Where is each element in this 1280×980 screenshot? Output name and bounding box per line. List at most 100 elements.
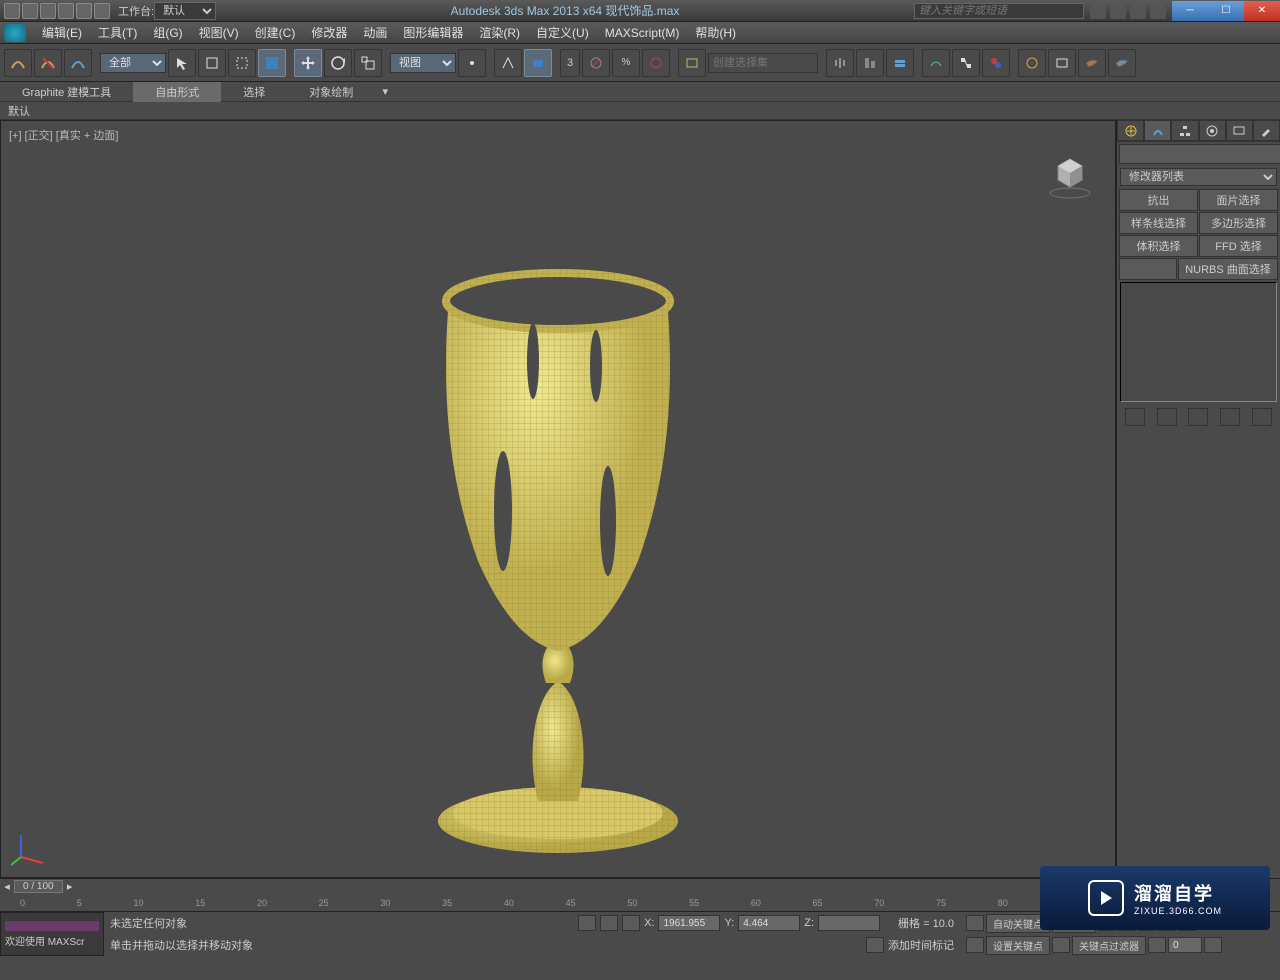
close-button[interactable]: ✕	[1244, 1, 1280, 21]
select-rect-button[interactable]	[228, 49, 256, 77]
configure-icon[interactable]	[1252, 408, 1272, 426]
select-name-button[interactable]	[198, 49, 226, 77]
lock-icon[interactable]	[578, 915, 596, 931]
menu-edit[interactable]: 编辑(E)	[34, 22, 90, 43]
y-input[interactable]	[738, 915, 800, 931]
abs-icon[interactable]	[622, 915, 640, 931]
addtime-label[interactable]: 添加时间标记	[888, 937, 954, 953]
angle-snap-button[interactable]	[582, 49, 610, 77]
percent-snap-button[interactable]: %	[612, 49, 640, 77]
utilities-tab[interactable]	[1253, 120, 1280, 141]
window-crossing-button[interactable]	[258, 49, 286, 77]
modifier-list-select[interactable]: 修改器列表	[1120, 168, 1277, 186]
select-button[interactable]	[168, 49, 196, 77]
btn-sets[interactable]	[1119, 258, 1177, 280]
move-button[interactable]	[294, 49, 322, 77]
favorite-icon[interactable]	[1130, 3, 1146, 19]
menu-tools[interactable]: 工具(T)	[90, 22, 145, 43]
ribbon-toggle-icon[interactable]: ▾	[375, 85, 395, 98]
viewport-label[interactable]: [+] [正交] [真实 + 边面]	[9, 127, 118, 143]
btn-poly-select[interactable]: 多边形选择	[1199, 212, 1278, 234]
menu-customize[interactable]: 自定义(U)	[528, 22, 597, 43]
menu-animation[interactable]: 动画	[355, 22, 395, 43]
open-icon[interactable]	[22, 3, 38, 19]
timetag-icon[interactable]	[866, 937, 884, 953]
setkey-icon[interactable]	[966, 937, 984, 953]
keymode-icon[interactable]	[1052, 937, 1070, 953]
menu-maxscript[interactable]: MAXScript(M)	[597, 24, 688, 42]
help-icon[interactable]	[1150, 3, 1166, 19]
schematic-button[interactable]	[952, 49, 980, 77]
motion-tab[interactable]	[1199, 120, 1226, 141]
menu-modifiers[interactable]: 修改器	[303, 22, 355, 43]
rotate-button[interactable]	[324, 49, 352, 77]
tab-objectpaint[interactable]: 对象绘制	[287, 82, 375, 102]
link-icon[interactable]	[94, 3, 110, 19]
setkey-button[interactable]: 设置关键点	[986, 936, 1050, 955]
undo-icon[interactable]	[58, 3, 74, 19]
menu-group[interactable]: 组(G)	[145, 22, 190, 43]
frame-input[interactable]	[1168, 937, 1202, 953]
menu-help[interactable]: 帮助(H)	[687, 22, 744, 43]
render-prod-button[interactable]	[1108, 49, 1136, 77]
render-frame-button[interactable]	[1048, 49, 1076, 77]
modifier-stack[interactable]	[1120, 282, 1277, 402]
editnamed-button[interactable]	[678, 49, 706, 77]
render-setup-button[interactable]	[1018, 49, 1046, 77]
exchange-icon[interactable]	[1110, 3, 1126, 19]
scale-button[interactable]	[354, 49, 382, 77]
goblet-mesh[interactable]	[368, 201, 748, 881]
maximize-button[interactable]: ☐	[1208, 1, 1244, 21]
z-input[interactable]	[818, 915, 880, 931]
search-input[interactable]	[914, 3, 1084, 19]
app-menu-icon[interactable]	[4, 24, 26, 42]
selection-filter[interactable]: 全部	[100, 53, 166, 73]
mirror-button[interactable]	[826, 49, 854, 77]
x-input[interactable]	[658, 915, 720, 931]
key-icon[interactable]	[966, 915, 984, 931]
btn-vol-select[interactable]: 体积选择	[1119, 235, 1198, 257]
pin-stack-icon[interactable]	[1125, 408, 1145, 426]
align-button[interactable]	[856, 49, 884, 77]
new-icon[interactable]	[4, 3, 20, 19]
tab-selection[interactable]: 选择	[221, 82, 287, 102]
time-handle[interactable]: 0 / 100	[14, 880, 63, 893]
minimize-button[interactable]: ─	[1172, 1, 1208, 21]
snap3-button[interactable]: 3	[560, 49, 580, 77]
isolock-icon[interactable]	[600, 915, 618, 931]
bind-button[interactable]	[64, 49, 92, 77]
render-button[interactable]	[1078, 49, 1106, 77]
btn-nurbs-select[interactable]: NURBS 曲面选择	[1178, 258, 1278, 280]
remove-mod-icon[interactable]	[1220, 408, 1240, 426]
named-selection-input[interactable]	[708, 53, 818, 73]
btn-spline-select[interactable]: 样条线选择	[1119, 212, 1198, 234]
save-icon[interactable]	[40, 3, 56, 19]
menu-grapheditors[interactable]: 图形编辑器	[395, 22, 471, 43]
nav-icon[interactable]	[1204, 937, 1222, 953]
menu-create[interactable]: 创建(C)	[247, 22, 304, 43]
btn-patch-select[interactable]: 面片选择	[1199, 189, 1278, 211]
pivot-button[interactable]	[458, 49, 486, 77]
viewport[interactable]: [+] [正交] [真实 + 边面]	[0, 120, 1116, 878]
workspace-select[interactable]: 默认	[154, 2, 216, 20]
tab-graphite[interactable]: Graphite 建模工具	[0, 82, 133, 102]
btn-ffd-select[interactable]: FFD 选择	[1199, 235, 1278, 257]
curve-editor-button[interactable]	[922, 49, 950, 77]
btn-extrude[interactable]: 抗出	[1119, 189, 1198, 211]
menu-rendering[interactable]: 渲染(R)	[471, 22, 528, 43]
viewcube[interactable]	[1045, 151, 1095, 201]
link-button[interactable]	[4, 49, 32, 77]
material-editor-button[interactable]	[982, 49, 1010, 77]
unlink-button[interactable]	[34, 49, 62, 77]
maxscript-listener[interactable]: 欢迎使用 MAXScr	[0, 912, 104, 956]
display-tab[interactable]	[1226, 120, 1253, 141]
prev-frame-icon[interactable]: ◂	[0, 880, 14, 893]
unique-icon[interactable]	[1188, 408, 1208, 426]
redo-icon[interactable]	[76, 3, 92, 19]
menu-view[interactable]: 视图(V)	[191, 22, 247, 43]
timeconfig-icon[interactable]	[1148, 937, 1166, 953]
keyfilter-button[interactable]: 关键点过滤器	[1072, 936, 1146, 955]
next-frame-icon[interactable]: ▸	[63, 880, 77, 893]
spinner-snap-button[interactable]	[642, 49, 670, 77]
modify-tab[interactable]	[1144, 120, 1171, 141]
